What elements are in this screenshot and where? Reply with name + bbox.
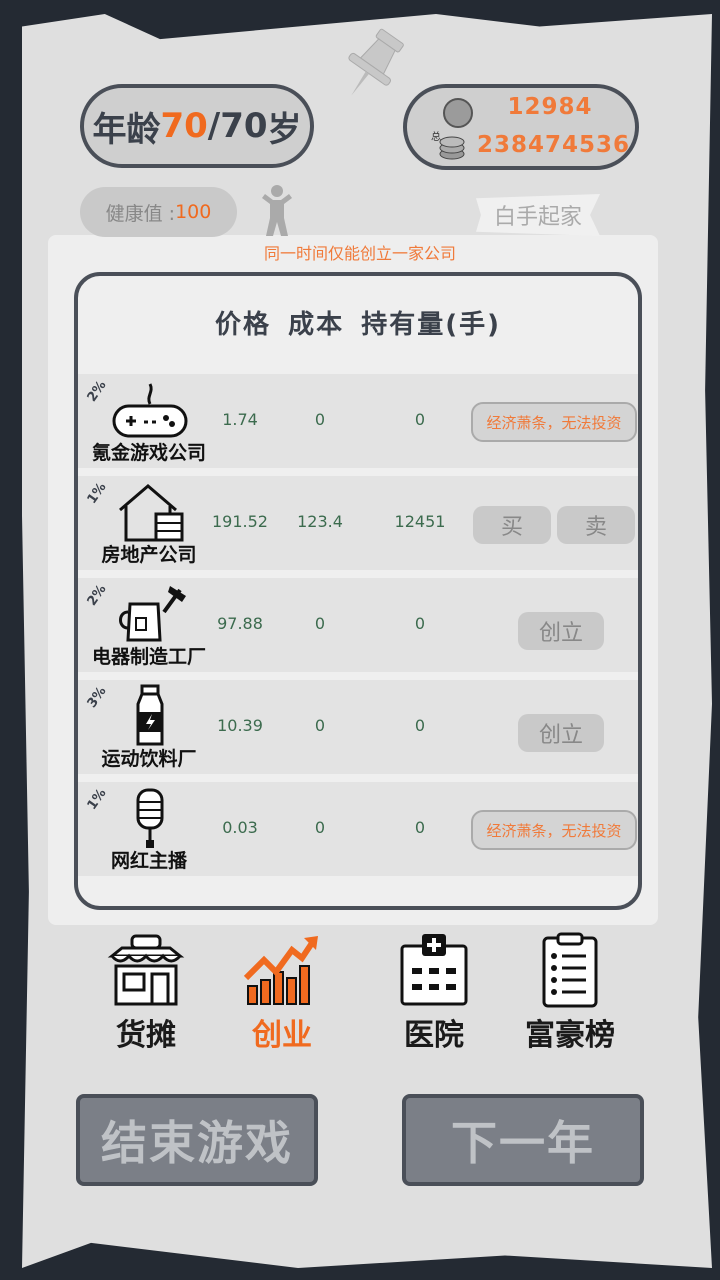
price-value: 191.52	[212, 512, 268, 531]
title-badge: 白手起家	[476, 194, 600, 236]
coin-icon	[443, 98, 473, 128]
gamepad-icon	[112, 383, 188, 438]
person-icon	[262, 185, 292, 236]
price-value: 0.03	[222, 818, 258, 837]
nav-stall[interactable]: 货摊	[86, 932, 206, 1053]
pct-label: 2%	[84, 378, 110, 405]
next-year-button[interactable]: 下一年	[402, 1094, 644, 1186]
bottle-icon	[136, 684, 164, 746]
header-price: 价格	[215, 310, 272, 340]
pct-label: 2%	[84, 582, 110, 609]
holding-value: 0	[414, 614, 426, 633]
age-separator: /	[207, 106, 221, 146]
store-icon	[107, 934, 185, 1006]
table-row: 3% 运动饮料厂 10.39 0 0 创立	[78, 680, 638, 774]
header-cost: 成本	[288, 310, 345, 340]
cost-value: 0	[314, 614, 326, 633]
age-unit: 岁	[267, 109, 302, 150]
trend-chart-icon	[243, 936, 318, 1005]
sell-button[interactable]: 卖	[557, 506, 635, 544]
table-row: 1% 房地产公司 191.52 123.4 12451 买 卖	[78, 476, 638, 570]
money-display: 总 12984 238474536	[403, 84, 639, 170]
found-company-button[interactable]: 创立	[518, 714, 604, 752]
company-panel: 价格 成本 持有量(手) 2% 氪金游戏公司 1.74 0 0 经济萧条，无法投…	[74, 272, 642, 910]
age-max: 70	[220, 106, 268, 146]
company-name: 氪金游戏公司	[91, 442, 206, 464]
nav-hospital-label: 医院	[404, 1018, 464, 1053]
notice-text: 同一时间仅能创立一家公司	[263, 244, 456, 263]
holding-value: 0	[414, 716, 426, 735]
pct-label: 1%	[84, 480, 110, 507]
microphone-icon	[136, 788, 164, 848]
buy-button[interactable]: 买	[473, 506, 551, 544]
nav-stall-label: 货摊	[116, 1018, 176, 1053]
clipboard-list-icon	[542, 932, 598, 1008]
nav-rich-list-label: 富豪榜	[525, 1018, 615, 1053]
company-name: 电器制造工厂	[91, 646, 206, 668]
pct-label: 1%	[84, 786, 110, 813]
found-company-button[interactable]: 创立	[518, 612, 604, 650]
nav-startup[interactable]: 创业	[222, 932, 342, 1053]
company-name: 网红主播	[110, 850, 187, 872]
nav-rich-list[interactable]: 富豪榜	[508, 932, 632, 1053]
invest-blocked-button[interactable]: 经济萧条，无法投资	[471, 810, 637, 850]
price-value: 10.39	[217, 716, 263, 735]
health-label: 健康值 :	[105, 202, 176, 225]
house-icon	[119, 484, 184, 542]
table-row: 2% 氪金游戏公司 1.74 0 0 经济萧条，无法投资	[78, 374, 638, 468]
cost-value: 0	[314, 410, 326, 429]
health-display: 健康值 : 100	[80, 187, 237, 237]
age-label: 年龄	[92, 109, 161, 150]
holding-value: 0	[414, 818, 426, 837]
cost-value: 0	[314, 716, 326, 735]
health-value: 100	[175, 201, 212, 223]
invest-blocked-button[interactable]: 经济萧条，无法投资	[471, 402, 637, 442]
cash-value: 12984	[507, 94, 593, 120]
table-row: 1% 网红主播 0.03 0 0 经济萧条，无法投资	[78, 782, 638, 876]
hospital-icon	[400, 934, 468, 1006]
price-value: 97.88	[217, 614, 263, 633]
table-row: 2% 电器制造工厂 97.88 0 0 创立	[78, 578, 638, 672]
price-value: 1.74	[222, 410, 258, 429]
nav-hospital[interactable]: 医院	[374, 932, 494, 1053]
pct-label: 3%	[84, 684, 110, 711]
age-current: 70	[160, 106, 208, 146]
total-label: 总	[431, 132, 441, 143]
header-holding: 持有量(手)	[361, 310, 501, 340]
cost-value: 123.4	[297, 512, 343, 531]
company-name: 房地产公司	[101, 544, 197, 566]
company-name: 运动饮料厂	[101, 748, 197, 770]
nav-startup-label: 创业	[252, 1018, 312, 1053]
kettle-hammer-icon	[119, 586, 186, 642]
holding-value: 12451	[394, 512, 446, 531]
coin-stack-icon	[439, 136, 465, 160]
holding-value: 0	[414, 410, 426, 429]
total-assets-value: 238474536	[477, 132, 631, 158]
end-game-button[interactable]: 结束游戏	[76, 1094, 318, 1186]
cost-value: 0	[314, 818, 326, 837]
table-header: 价格 成本 持有量(手)	[78, 304, 638, 341]
age-display: 年龄 70 / 70 岁	[80, 84, 314, 168]
pin-icon	[348, 28, 404, 96]
